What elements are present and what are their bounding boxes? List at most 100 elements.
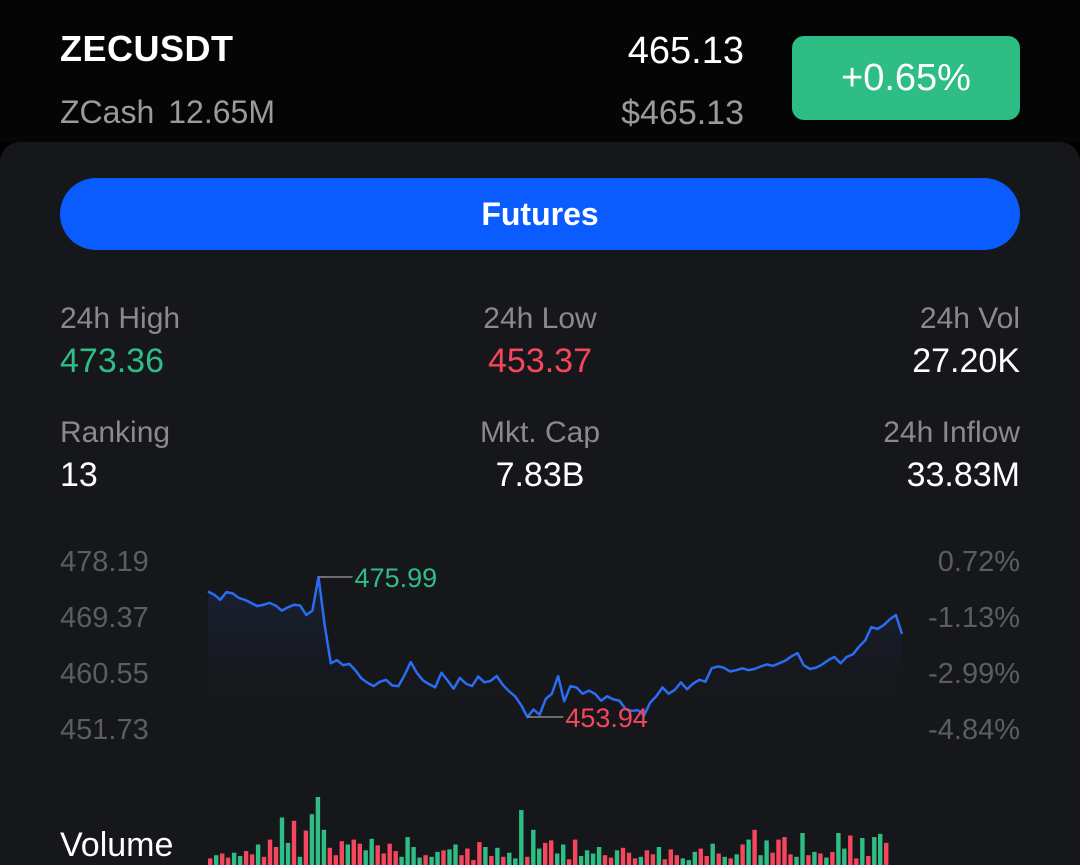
volume-bar (638, 856, 644, 865)
price-chart[interactable]: 475.99 453.94 (0, 0, 1080, 865)
volume-bar (291, 820, 297, 865)
volume-bar (387, 843, 392, 865)
volume-bar (375, 845, 380, 865)
volume-bar (471, 860, 476, 865)
volume-bar (764, 840, 769, 865)
volume-bar (770, 852, 775, 865)
volume-bar (285, 842, 291, 865)
volume-bar (608, 857, 614, 865)
volume-bar (495, 847, 500, 865)
volume-bar (561, 844, 566, 865)
volume-bar (339, 841, 344, 865)
volume-bar (459, 855, 464, 865)
volume-bar (513, 858, 518, 865)
volume-bar (800, 833, 805, 865)
volume-bar (423, 855, 428, 865)
volume-bar (716, 853, 721, 865)
volume-bar (435, 851, 440, 865)
volume-bar (543, 842, 548, 865)
volume-bar (214, 855, 219, 865)
volume-bar (357, 843, 362, 865)
volume-bar (692, 851, 697, 865)
volume-bar (501, 856, 506, 865)
volume-bar (830, 851, 835, 865)
volume-bars (208, 797, 889, 865)
volume-bar (417, 857, 422, 865)
volume-bar (429, 856, 434, 865)
volume-bar (734, 854, 739, 865)
volume-bar (363, 850, 368, 865)
volume-bar (614, 850, 620, 865)
volume-bar (806, 855, 811, 865)
volume-bar (303, 830, 309, 865)
volume-bar (620, 847, 626, 865)
volume-bar (866, 856, 871, 865)
volume-bar (758, 855, 763, 865)
volume-bar (590, 853, 596, 865)
volume-bar (249, 854, 255, 865)
volume-bar (243, 851, 249, 865)
volume-bar (411, 847, 416, 865)
volume-bar (297, 856, 303, 865)
volume-bar (602, 855, 608, 865)
volume-label: Volume (60, 826, 174, 864)
volume-bar (662, 859, 668, 865)
volume-bar (381, 853, 386, 865)
volume-bar (309, 814, 315, 865)
volume-bar (746, 839, 751, 865)
volume-bar (465, 848, 470, 865)
volume-bar (584, 850, 590, 865)
volume-bar (812, 851, 817, 865)
volume-bar (255, 844, 261, 865)
volume-bar (656, 847, 662, 865)
volume-bar (848, 835, 853, 865)
volume-bar (231, 852, 237, 865)
volume-bar (650, 854, 656, 865)
volume-bar (273, 847, 279, 865)
volume-bar (267, 839, 273, 865)
volume-bar (208, 858, 213, 865)
volume-bar (776, 839, 781, 865)
volume-bar (315, 797, 321, 865)
volume-bar (447, 849, 452, 865)
volume-bar (884, 842, 889, 865)
volume-bar (686, 860, 691, 865)
volume-bar (525, 856, 530, 865)
volume-bar (519, 810, 524, 865)
volume-bar (668, 849, 673, 865)
volume-bar (632, 858, 638, 865)
volume-bar (872, 837, 877, 865)
volume-bar (698, 848, 703, 865)
volume-bar (555, 853, 560, 865)
volume-bar (704, 856, 709, 865)
volume-bar (453, 844, 458, 865)
volume-bar (333, 855, 338, 865)
volume-bar (507, 852, 512, 865)
volume-bar (572, 839, 578, 865)
volume-bar (782, 837, 787, 865)
volume-bar (441, 850, 446, 865)
volume-bar (644, 850, 650, 865)
volume-bar (261, 856, 267, 865)
volume-bar (237, 856, 243, 865)
volume-bar (752, 829, 757, 865)
volume-bar (854, 858, 859, 865)
volume-bar (788, 854, 793, 865)
volume-bar (531, 829, 536, 865)
volume-bar (626, 852, 632, 865)
volume-bar (596, 847, 602, 865)
volume-bar (345, 844, 350, 865)
volume-bar (483, 847, 488, 865)
volume-bar (824, 857, 829, 865)
volume-bar (836, 833, 841, 865)
volume-bar (578, 856, 584, 865)
volume-bar (818, 853, 823, 865)
volume-bar (740, 844, 745, 865)
volume-bar (220, 853, 225, 865)
max-price-label: 475.99 (355, 563, 438, 593)
volume-bar (710, 843, 715, 865)
volume-bar (794, 856, 799, 865)
volume-bar (477, 842, 482, 865)
volume-bar (399, 856, 404, 865)
volume-bar (321, 829, 327, 865)
